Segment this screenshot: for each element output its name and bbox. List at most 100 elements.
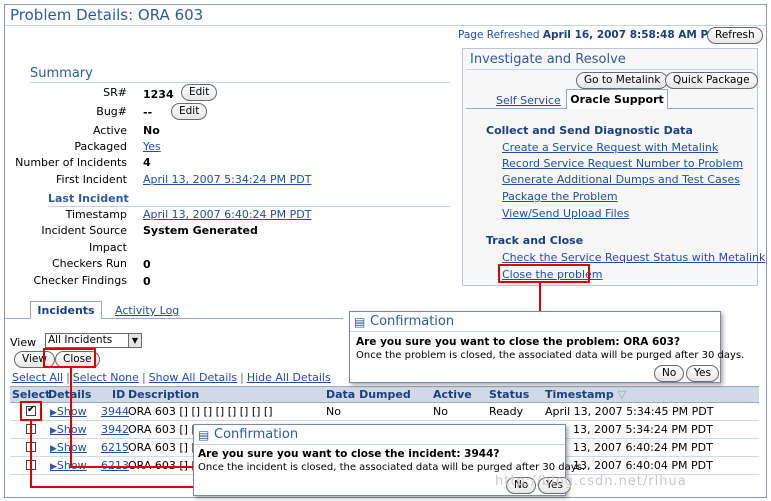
close-problem-highlight	[498, 264, 590, 283]
select-all-link[interactable]: Select All	[12, 371, 63, 384]
investigate-title: Investigate and Resolve	[470, 52, 626, 67]
dialog-question: Are you sure you want to close the probl…	[356, 336, 681, 348]
bug-edit-button[interactable]: Edit	[171, 103, 208, 120]
summary-heading: Summary	[30, 66, 93, 81]
row-description: ORA 603 [] []	[128, 441, 201, 454]
confirm-close-problem-dialog: ▤ Confirmation Are you sure you want to …	[349, 311, 744, 383]
dialog-no-button[interactable]: No	[654, 365, 685, 382]
bug-label: Bug#	[96, 105, 127, 118]
page-title: Problem Details: ORA 603	[10, 6, 204, 24]
active-value: No	[143, 124, 160, 137]
dialog-title: Confirmation	[214, 427, 299, 442]
row-show-details-link[interactable]: ▶Show	[50, 423, 87, 436]
collect-link[interactable]: Create a Service Request with Metalink	[502, 141, 718, 154]
timestamp-link[interactable]: April 13, 2007 6:40:24 PM PDT	[143, 208, 311, 221]
refreshed-label: Page Refreshed	[458, 29, 540, 41]
row-timestamp: 13, 2007 6:40:04 PM PDT	[573, 459, 713, 472]
row-data-dumped: No	[326, 405, 341, 418]
row-active: No	[433, 405, 448, 418]
row-checkbox-highlight	[20, 401, 42, 421]
timestamp-label: Timestamp	[65, 208, 127, 221]
tab-oracle-support[interactable]: Oracle Support	[566, 89, 668, 109]
last-incident-section: Timestamp April 13, 2007 6:40:24 PM PDT …	[0, 208, 460, 298]
row-timestamp: 13, 2007 6:40:24 PM PDT	[573, 441, 713, 454]
row-id-link[interactable]: 3944	[101, 405, 129, 418]
show-all-details-link[interactable]: Show All Details	[149, 371, 237, 384]
refreshed-value: April 16, 2007 8:58:48 AM PDT	[542, 29, 725, 41]
col-description: Description	[128, 388, 200, 401]
tab-self-service[interactable]: Self Service	[496, 94, 561, 107]
col-timestamp-label: Timestamp	[545, 388, 614, 401]
incident-count-label: Number of Incidents	[15, 156, 127, 169]
page-refreshed: Page Refreshed April 16, 2007 8:58:48 AM…	[458, 29, 724, 41]
callout-line	[539, 283, 541, 311]
callout-line	[30, 421, 32, 487]
first-incident-link[interactable]: April 13, 2007 5:34:24 PM PDT	[143, 173, 311, 186]
quick-package-button[interactable]: Quick Package	[665, 72, 758, 89]
collect-link[interactable]: Record Service Request Number to Problem	[502, 157, 743, 170]
watermark: http://blog.csdn.net/rlhua	[495, 474, 687, 489]
go-to-metalink-button[interactable]: Go to Metalink	[576, 72, 669, 89]
col-timestamp[interactable]: Timestamp ▽	[545, 388, 626, 401]
refresh-button[interactable]: Refresh	[707, 27, 763, 44]
row-id-link[interactable]: 3942	[101, 423, 129, 436]
impact-label: Impact	[88, 241, 127, 254]
last-incident-heading: Last Incident	[48, 192, 129, 205]
dialog-message: Once the problem is closed, the associat…	[356, 350, 745, 361]
sr-edit-button[interactable]: Edit	[181, 84, 218, 101]
row-timestamp: April 13, 2007 5:34:45 PM PDT	[545, 405, 714, 418]
row-description: ORA 603 [] []	[128, 423, 201, 436]
collect-link[interactable]: Generate Additional Dumps and Test Cases	[502, 173, 740, 186]
bug-value: --	[143, 106, 153, 119]
view-label: View	[10, 336, 37, 349]
confirmation-icon: ▤	[198, 428, 210, 442]
tab-incidents[interactable]: Incidents	[30, 301, 102, 319]
callout-line	[30, 486, 193, 488]
row-status: Ready	[489, 405, 524, 418]
expand-triangle-icon: ▶	[50, 462, 57, 472]
expand-triangle-icon: ▶	[50, 444, 57, 454]
row-show-details-link[interactable]: ▶Show	[50, 405, 87, 418]
col-data-dumped: Data Dumped	[326, 388, 411, 401]
checkers-run-value: 0	[143, 258, 151, 271]
dialog-title: Confirmation	[370, 314, 455, 329]
checkers-run-label: Checkers Run	[51, 257, 127, 270]
col-id: ID	[112, 388, 126, 401]
dialog-yes-button[interactable]: Yes	[686, 365, 719, 382]
select-none-link[interactable]: Select None	[73, 371, 139, 384]
hide-all-details-link[interactable]: Hide All Details	[247, 371, 331, 384]
row-show-details-link[interactable]: ▶Show	[50, 441, 87, 454]
tab-activity-log[interactable]: Activity Log	[115, 304, 179, 317]
col-select: Select	[12, 388, 51, 401]
row-description: ORA 603 [] [] [] [] [] [] [] []	[128, 405, 273, 418]
collect-link[interactable]: Package the Problem	[502, 190, 618, 203]
close-button-highlight	[43, 348, 96, 368]
packaged-link[interactable]: Yes	[143, 140, 161, 153]
sr-value: 1234	[143, 88, 174, 101]
expand-triangle-icon: ▶	[50, 408, 57, 418]
row-timestamp: 13, 2007 5:34:24 PM PDT	[573, 423, 713, 436]
checker-findings-label: Checker Findings	[33, 274, 127, 287]
expand-triangle-icon: ▶	[50, 426, 57, 436]
row-id-link[interactable]: 6215	[101, 441, 129, 454]
last-incident-divider	[48, 206, 450, 207]
view-select[interactable]: All Incidents ▼	[45, 333, 142, 348]
track-link[interactable]: Check the Service Request Status with Me…	[502, 251, 765, 264]
view-select-value: All Incidents	[48, 334, 113, 346]
callout-line	[70, 466, 193, 468]
sort-desc-icon: ▽	[617, 388, 627, 401]
investigate-divider	[466, 69, 754, 70]
summary-divider	[30, 82, 450, 83]
callout-line	[70, 368, 72, 467]
packaged-label: Packaged	[74, 140, 127, 153]
dialog-question: Are you sure you want to close the incid…	[198, 448, 500, 460]
checker-findings-value: 0	[143, 275, 151, 288]
confirmation-icon: ▤	[354, 315, 366, 329]
collect-link[interactable]: View/Send Upload Files	[502, 207, 629, 220]
col-active: Active	[433, 388, 472, 401]
incident-source-label: Incident Source	[41, 224, 127, 237]
incident-source-value: System Generated	[143, 224, 258, 237]
first-incident-label: First Incident	[55, 173, 127, 186]
incident-count-value: 4	[143, 156, 151, 169]
track-heading: Track and Close	[486, 234, 584, 247]
